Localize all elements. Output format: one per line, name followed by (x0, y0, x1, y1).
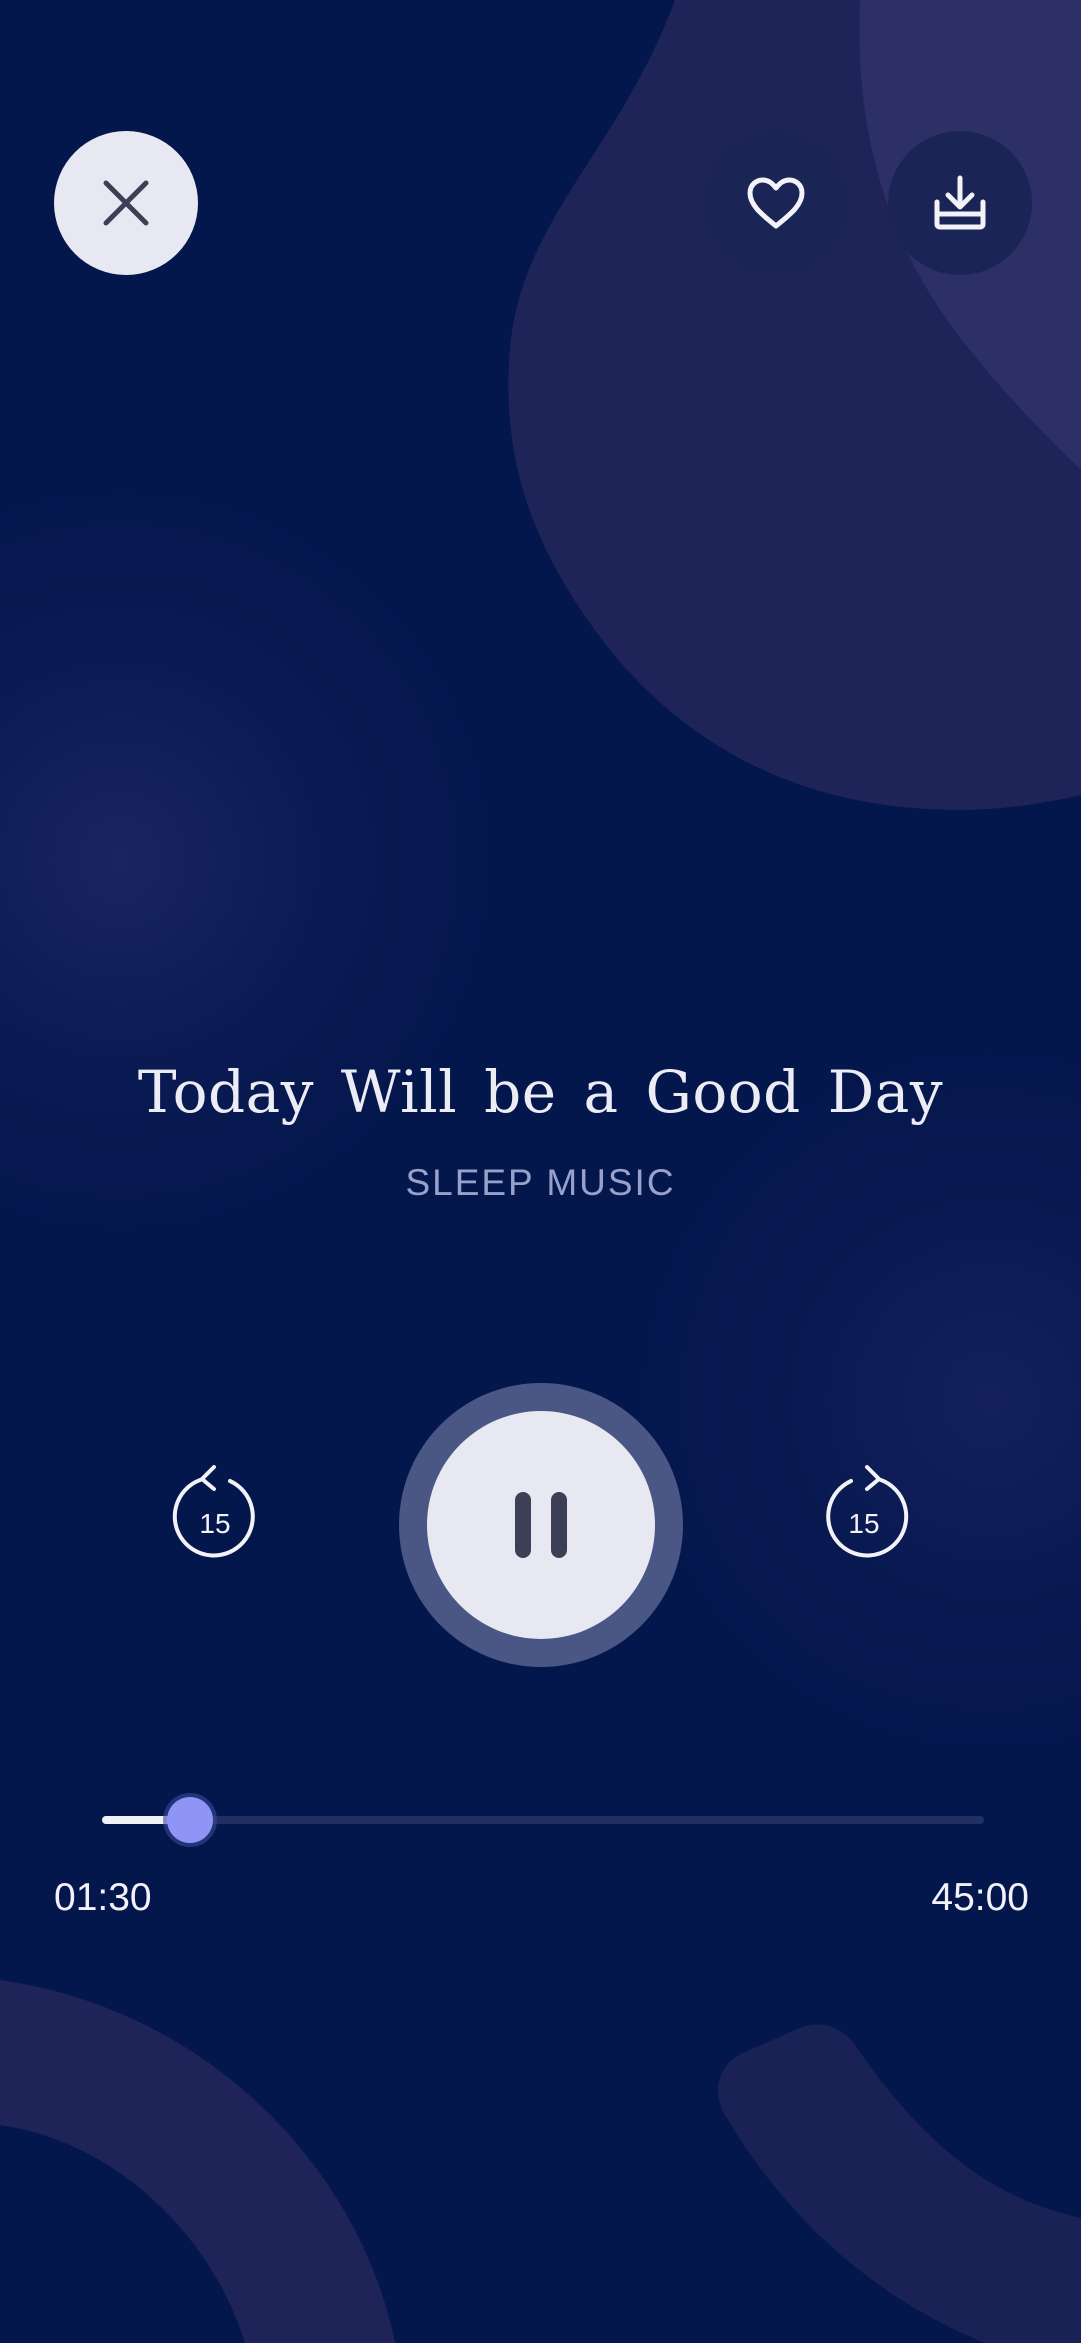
download-button[interactable] (888, 131, 1032, 275)
skip-back-seconds: 15 (199, 1508, 230, 1539)
close-icon (103, 180, 149, 226)
rewind-15-icon: 15 (172, 1465, 255, 1558)
skip-back-15-button[interactable]: 15 (162, 1465, 272, 1575)
skip-forward-15-button[interactable]: 15 (809, 1465, 919, 1575)
track-category: SLEEP MUSIC (405, 1162, 676, 1203)
pause-button[interactable] (427, 1411, 655, 1639)
progress-bar[interactable] (102, 1797, 984, 1843)
download-icon (934, 175, 986, 230)
bottom-left-arc (0, 1980, 395, 2343)
pause-icon (515, 1492, 567, 1558)
heart-icon (747, 177, 805, 229)
skip-forward-seconds: 15 (848, 1508, 879, 1539)
track-title: Today Will be a Good Day (137, 1058, 944, 1126)
elapsed-time: 01:30 (54, 1876, 152, 1919)
close-button[interactable] (54, 131, 198, 275)
bottom-right-arc (717, 2024, 1081, 2343)
forward-15-icon: 15 (826, 1465, 909, 1558)
player-screen: Today Will be a Good Day SLEEP MUSIC 15 … (0, 0, 1081, 2343)
total-duration: 45:00 (931, 1876, 1029, 1919)
progress-thumb[interactable] (167, 1797, 214, 1843)
favorite-button[interactable] (704, 131, 848, 275)
